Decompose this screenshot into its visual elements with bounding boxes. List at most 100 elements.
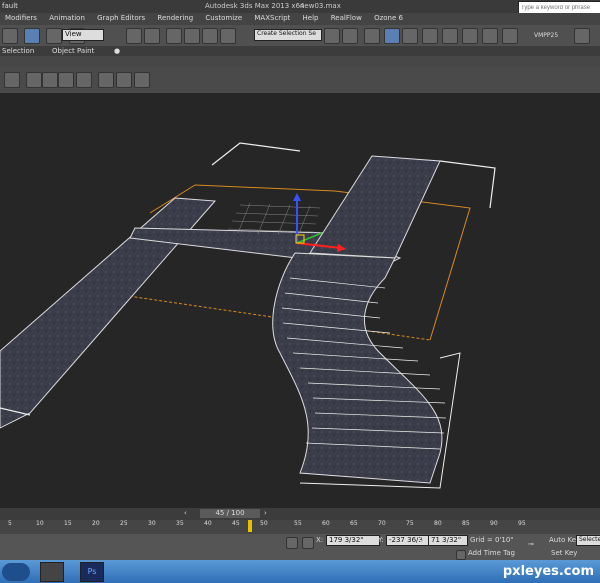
app-title: Autodesk 3ds Max 2013 x64	[205, 2, 305, 10]
grid-size: Grid = 0'10"	[470, 536, 514, 544]
align-icon[interactable]	[342, 28, 358, 44]
x-label: X:	[316, 536, 324, 544]
start-button[interactable]	[2, 563, 30, 581]
watermark: pxleyes.com	[502, 564, 594, 579]
graphite-icon[interactable]	[384, 28, 400, 44]
tick-label: 90	[490, 520, 498, 527]
menu-modifiers[interactable]: Modifiers	[5, 14, 37, 22]
unfreeze-icon[interactable]	[116, 72, 132, 88]
spinner-snap-icon[interactable]	[220, 28, 236, 44]
layer-icon[interactable]	[364, 28, 380, 44]
tick-label: 35	[176, 520, 184, 527]
z-coordinate-field[interactable]: 71 3/32"	[428, 535, 468, 546]
move-icon[interactable]	[126, 28, 142, 44]
scene-render	[0, 142, 496, 489]
mirror-icon[interactable]	[324, 28, 340, 44]
perspective-viewport[interactable]	[0, 93, 600, 510]
key-filter-dropdown[interactable]: Selected	[576, 535, 600, 546]
next-frame-icon[interactable]: ›	[264, 509, 267, 517]
snap-icon[interactable]	[166, 28, 182, 44]
curve-editor-icon[interactable]	[402, 28, 418, 44]
tick-label: 10	[36, 520, 44, 527]
menu-customize[interactable]: Customize	[205, 14, 242, 22]
menu-rendering[interactable]: Rendering	[157, 14, 193, 22]
tick-label: 50	[260, 520, 268, 527]
track-bar[interactable]: 5 10 15 20 25 30 35 40 45 50 55 60 65 70…	[0, 520, 600, 534]
photoshop-icon[interactable]: Ps	[80, 562, 104, 582]
menu-animation[interactable]: Animation	[49, 14, 85, 22]
freeze-icon[interactable]	[98, 72, 114, 88]
ribbon-panel	[0, 56, 600, 67]
tick-label: 20	[92, 520, 100, 527]
prev-frame-icon[interactable]: ‹	[184, 509, 187, 517]
time-tag-icon[interactable]	[456, 550, 466, 560]
select-move-icon[interactable]	[24, 28, 41, 44]
render-icon[interactable]	[502, 28, 518, 44]
cloth-icon[interactable]	[42, 72, 58, 88]
light-icon[interactable]	[58, 72, 74, 88]
road-curve	[272, 252, 443, 484]
x-coordinate-field[interactable]: 179 3/32"	[326, 535, 380, 546]
plugin-label[interactable]: VMPP25	[534, 32, 558, 39]
angle-snap-icon[interactable]	[184, 28, 200, 44]
render-setup-icon[interactable]	[462, 28, 478, 44]
scale-icon[interactable]	[144, 28, 160, 44]
schematic-icon[interactable]	[422, 28, 438, 44]
tab-object-paint[interactable]: Object Paint	[52, 47, 94, 55]
ribbon-tabs: Selection Object Paint ●	[0, 46, 600, 56]
layer-explorer-icon[interactable]	[4, 72, 20, 88]
hide-icon[interactable]	[134, 72, 150, 88]
main-toolbar: View Create Selection Se VMPP25	[0, 25, 600, 46]
set-key-button[interactable]: Set Key	[551, 549, 577, 557]
key-icon[interactable]: ⊸	[528, 540, 534, 548]
tick-label: 95	[518, 520, 526, 527]
menu-realflow[interactable]: RealFlow	[331, 14, 362, 22]
absolute-mode-icon[interactable]	[302, 537, 314, 549]
helper-icon[interactable]	[76, 72, 92, 88]
tick-label: 45	[232, 520, 240, 527]
sphere-icon[interactable]	[26, 72, 42, 88]
tick-label: 55	[294, 520, 302, 527]
tick-label: 15	[64, 520, 72, 527]
selection-set-dropdown[interactable]: Create Selection Se	[254, 29, 322, 41]
time-slider[interactable]: ‹ 45 / 100 ›	[0, 508, 600, 520]
current-frame-marker[interactable]	[248, 520, 252, 532]
z-label: Z:	[420, 536, 428, 544]
tick-label: 85	[462, 520, 470, 527]
workspace-dropdown[interactable]: fault	[2, 2, 18, 10]
lock-icon[interactable]	[286, 537, 298, 549]
tick-label: 30	[148, 520, 156, 527]
menu-ozone[interactable]: Ozone 6	[374, 14, 403, 22]
status-bar: X: 179 3/32" Y: -237 36/3 Z: 71 3/32" Gr…	[0, 534, 600, 560]
frame-counter[interactable]: 45 / 100	[200, 509, 260, 518]
material-editor-icon[interactable]	[442, 28, 458, 44]
3ds-max-icon[interactable]	[40, 562, 64, 582]
windows-taskbar: Ps pxleyes.com	[0, 560, 600, 583]
secondary-toolbar	[0, 67, 600, 93]
percent-snap-icon[interactable]	[202, 28, 218, 44]
y-label: Y:	[378, 536, 384, 544]
menu-graph-editors[interactable]: Graph Editors	[97, 14, 145, 22]
view-dropdown[interactable]: View	[62, 29, 104, 41]
undo-icon[interactable]	[574, 28, 590, 44]
menu-maxscript[interactable]: MAXScript	[254, 14, 290, 22]
tick-label: 5	[8, 520, 12, 527]
tick-label: 65	[350, 520, 358, 527]
tick-label: 40	[204, 520, 212, 527]
tick-label: 70	[378, 520, 386, 527]
select-icon[interactable]	[2, 28, 18, 44]
road-top	[309, 155, 441, 259]
add-time-tag-button[interactable]: Add Time Tag	[468, 549, 515, 557]
file-name: new03.max	[300, 2, 341, 10]
render-frame-icon[interactable]	[482, 28, 498, 44]
rotate-icon[interactable]	[46, 28, 63, 44]
title-bar: fault Autodesk 3ds Max 2013 x64 new03.ma…	[0, 0, 600, 14]
tab-selection[interactable]: Selection	[2, 47, 34, 55]
menu-help[interactable]: Help	[303, 14, 319, 22]
tick-label: 80	[434, 520, 442, 527]
menu-bar: Modifiers Animation Graph Editors Render…	[0, 13, 600, 25]
bounding-box-dashed	[79, 288, 431, 341]
tick-label: 75	[406, 520, 414, 527]
ribbon-options-icon[interactable]: ●	[114, 47, 120, 55]
tick-label: 25	[120, 520, 128, 527]
